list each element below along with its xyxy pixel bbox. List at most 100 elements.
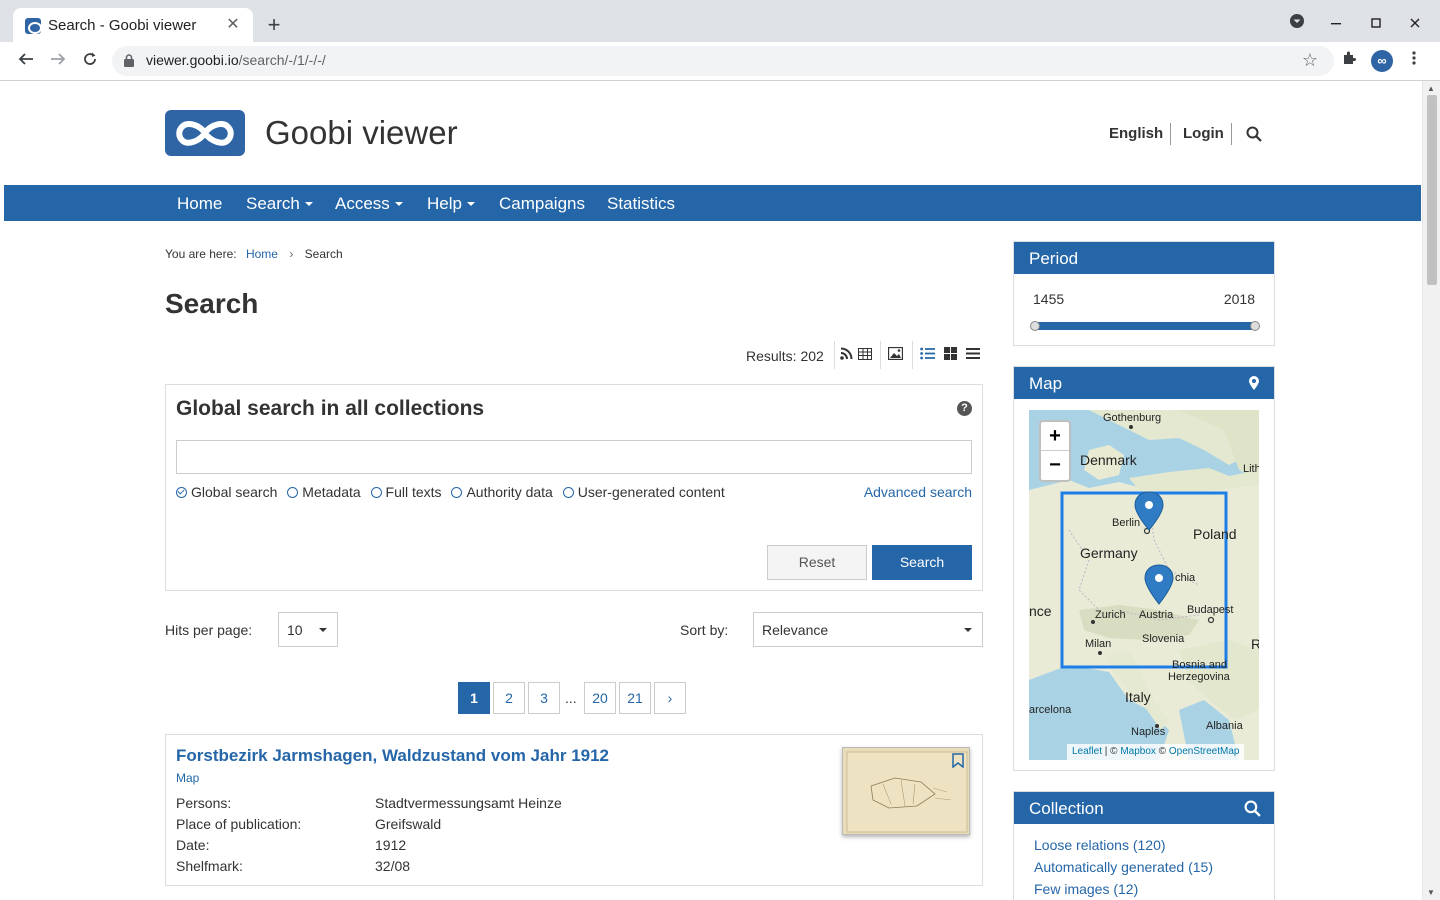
collection-item[interactable]: Few images (12) [1034,881,1138,897]
period-min: 1455 [1033,291,1065,307]
nav-home[interactable]: Home [177,194,222,214]
nav-campaigns[interactable]: Campaigns [499,194,585,214]
page-1-button[interactable]: 1 [458,682,490,714]
results-count: Results: 202 [746,348,824,364]
map-label: nce [1029,603,1052,619]
leaflet-link[interactable]: Leaflet [1072,746,1102,757]
breadcrumb-home-link[interactable]: Home [246,247,278,261]
map-label: Denmark [1080,452,1137,468]
page-20-button[interactable]: 20 [584,682,616,714]
goobi-logo-icon[interactable] [165,110,245,156]
help-icon[interactable]: ? [957,401,972,416]
scope-fulltext-radio[interactable]: Full texts [370,484,442,500]
collection-item[interactable]: Automatically generated (15) [1034,859,1213,875]
address-bar[interactable]: viewer.goobi.io/search/-/1/-/-/ ☆ [112,46,1334,76]
search-input[interactable] [176,440,972,474]
sort-select[interactable]: Relevance [753,612,983,647]
minimize-icon[interactable] [1324,13,1348,37]
login-link[interactable]: Login [1183,125,1224,142]
reload-icon[interactable] [78,49,102,73]
scope-authority-radio[interactable]: Authority data [451,484,553,500]
scope-global-radio[interactable]: Global search [176,484,277,500]
page-scrollbar[interactable]: ▲ ▼ [1422,81,1440,900]
site-title[interactable]: Goobi viewer [265,114,458,152]
search-button[interactable]: Search [872,545,972,580]
window-close-icon[interactable] [1403,13,1427,37]
zoom-out-button[interactable]: − [1041,451,1069,480]
grid-view-icon[interactable] [944,347,957,367]
map-label: Austria [1139,609,1174,621]
scroll-up-icon[interactable]: ▲ [1427,84,1435,93]
map-marker-icon[interactable] [1249,376,1259,390]
result-doc-type[interactable]: Map [176,771,199,785]
nav-search-label: Search [246,194,300,213]
scope-metadata-radio[interactable]: Metadata [287,484,361,500]
tab-close-icon[interactable]: ✕ [223,15,243,35]
map-label: Poland [1193,526,1237,542]
osm-link[interactable]: OpenStreetMap [1169,746,1240,757]
tab-search-icon[interactable] [1285,13,1309,37]
map-widget: Map Gothenburg Denmark Lith Berlin Polan… [1013,366,1275,771]
metadata-label: Persons: [176,795,232,811]
scrollbar-thumb[interactable] [1427,95,1437,285]
mapbox-link[interactable]: Mapbox [1120,746,1156,757]
language-selector[interactable]: English [1109,125,1163,142]
extensions-puzzle-icon[interactable] [1338,50,1360,72]
attribution-copyright: © [1155,746,1169,757]
slider-handle-max[interactable] [1250,321,1260,331]
slider-handle-min[interactable] [1030,321,1040,331]
profile-avatar[interactable]: ∞ [1371,50,1393,72]
forward-icon[interactable] [46,49,70,73]
advanced-search-link[interactable]: Advanced search [864,484,972,500]
radio-checked-icon [176,487,187,498]
metadata-label: Shelfmark: [176,858,243,874]
bookmark-icon[interactable] [952,753,964,768]
scroll-down-icon[interactable]: ▼ [1427,888,1435,897]
nav-help[interactable]: Help [427,194,475,214]
browser-chrome: Search - Goobi viewer ✕ + viewer.goobi.i… [0,0,1440,81]
map-view[interactable]: Gothenburg Denmark Lith Berlin Poland Ge… [1029,410,1259,760]
zoom-in-button[interactable]: + [1041,422,1069,451]
nav-search[interactable]: Search [246,194,313,214]
rss-feed-icon[interactable] [840,347,853,367]
nav-access[interactable]: Access [335,194,403,214]
image-toggle-icon[interactable] [887,346,904,367]
page-2-button[interactable]: 2 [493,682,525,714]
search-panel: Global search in all collections ? Globa… [165,384,983,591]
new-tab-button[interactable]: + [262,13,286,37]
collection-item[interactable]: Loose relations (120) [1034,837,1166,853]
header-search-icon[interactable] [1246,126,1262,146]
next-page-button[interactable]: › [654,682,686,714]
radio-unchecked-icon [451,487,463,498]
map-label: Slovenia [1142,633,1185,645]
breadcrumb-prefix: You are here: [165,247,237,261]
collection-search-icon[interactable] [1244,800,1261,817]
map-label: Budapest [1187,604,1234,616]
reset-button[interactable]: Reset [767,545,867,580]
hits-per-page-select[interactable]: 10 [278,612,338,647]
list-view-icon[interactable] [920,347,935,367]
maximize-icon[interactable] [1364,13,1388,37]
scope-ugc-radio[interactable]: User-generated content [562,484,725,500]
search-scope-options: Global search Metadata Full texts Author… [176,484,731,500]
bookmark-star-icon[interactable]: ☆ [1302,50,1318,71]
compact-view-icon[interactable] [966,347,980,367]
page-21-button[interactable]: 21 [619,682,651,714]
back-icon[interactable] [14,49,38,73]
result-thumbnail[interactable] [842,747,970,835]
period-slider[interactable] [1030,321,1260,331]
scope-label: Global search [191,484,278,500]
url-text: viewer.goobi.io/search/-/1/-/-/ [146,52,326,68]
map-label: Naples [1131,726,1166,738]
page-3-button[interactable]: 3 [528,682,560,714]
main-navigation: Home Search Access Help Campaigns Statis… [4,185,1421,221]
browser-menu-icon[interactable] [1403,50,1425,72]
period-widget: Period 1455 2018 [1013,241,1275,346]
browser-tab[interactable]: Search - Goobi viewer ✕ [13,8,253,42]
result-title-link[interactable]: Forstbezirk Jarmshagen, Waldzustand vom … [176,746,609,766]
map-label: Gothenburg [1103,412,1162,424]
excel-export-icon[interactable] [858,347,872,367]
metadata-value: Greifswald [375,816,442,832]
nav-statistics[interactable]: Statistics [607,194,675,214]
map-attribution: Leaflet | © Mapbox © OpenStreetMap [1067,744,1245,760]
